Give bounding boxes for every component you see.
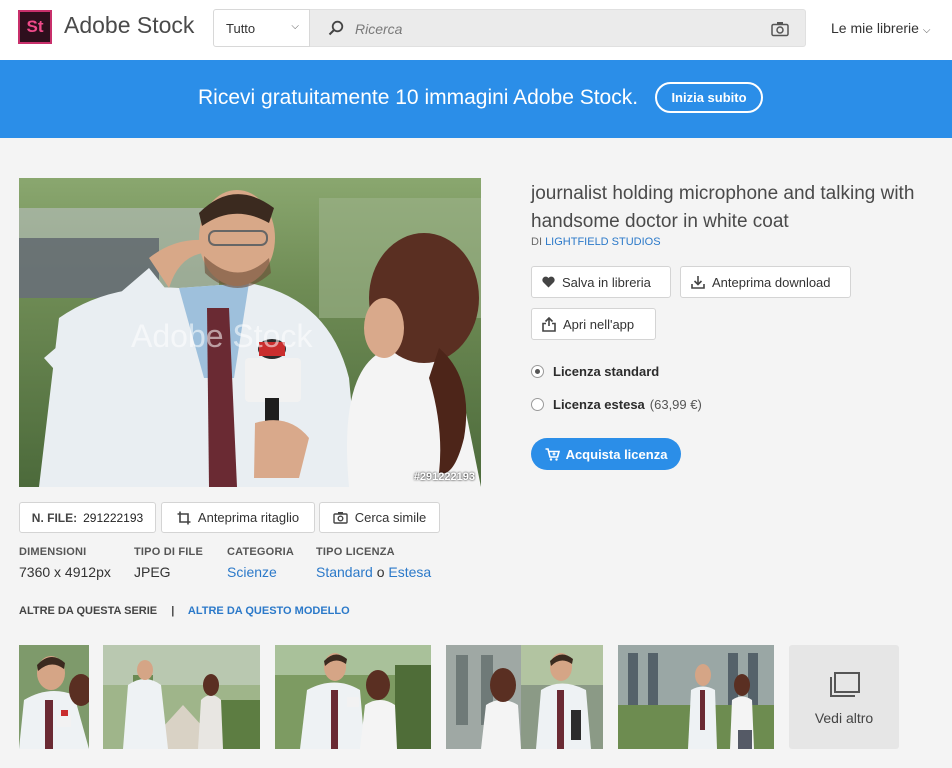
category-info: CATEGORIA Scienze (227, 546, 294, 580)
promo-banner: Ricevi gratuitamente 10 immagini Adobe S… (0, 60, 952, 138)
related-thumbnail[interactable] (103, 645, 260, 749)
download-icon (691, 276, 705, 289)
see-more-label: Vedi altro (814, 710, 874, 726)
author-byline: DI LIGHTFIELD STUDIOS (531, 236, 661, 248)
category-link[interactable]: Scienze (227, 564, 277, 580)
buy-license-label: Acquista licenza (565, 446, 668, 462)
file-number-box: N. FILE: 291222193 (19, 502, 156, 533)
save-to-library-button[interactable]: Salva in libreria (531, 266, 671, 298)
camera-icon[interactable] (771, 21, 789, 37)
tab-same-model[interactable]: ALTRE DA QUESTO MODELLO (188, 605, 350, 617)
related-thumbnail[interactable] (446, 645, 603, 749)
chevron-down-icon: ⌵ (291, 21, 299, 32)
license-extended-link[interactable]: Estesa (388, 564, 431, 580)
camera-icon (333, 512, 348, 524)
related-thumbnail[interactable] (19, 645, 89, 749)
dimensions-label: DIMENSIONI (19, 546, 87, 558)
asset-type-dropdown[interactable]: Tutto ⌵ (213, 9, 310, 47)
crop-preview-button[interactable]: Anteprima ritaglio (161, 502, 315, 533)
asset-type-value: Tutto (226, 21, 256, 36)
file-type-info: TIPO DI FILE JPEG (134, 546, 203, 580)
file-number-value: 291222193 (83, 510, 144, 525)
thumbnail-photo (275, 645, 431, 749)
by-prefix: DI (531, 236, 542, 248)
start-now-button[interactable]: Inizia subito (655, 82, 763, 113)
license-extended-price: (63,99 €) (649, 397, 702, 412)
file-id-tag: #291222193 (413, 471, 475, 483)
license-or-text: o (376, 564, 385, 580)
cart-icon (545, 447, 560, 461)
preview-image[interactable]: Adobe Stock #291222193 (19, 178, 481, 487)
thumbnail-photo (103, 645, 260, 749)
promo-text: Ricevi gratuitamente 10 immagini Adobe S… (198, 86, 639, 109)
open-in-app-button[interactable]: Apri nell'app (531, 308, 656, 340)
open-in-app-label: Apri nell'app (563, 316, 635, 332)
thumbnail-photo (19, 645, 89, 749)
my-libraries-menu[interactable]: Le mie librerie ⌵ (831, 20, 930, 36)
file-number-label: N. FILE: (31, 510, 78, 525)
save-to-library-label: Salva in libreria (562, 274, 651, 290)
related-thumbnail[interactable] (275, 645, 431, 749)
preview-download-button[interactable]: Anteprima download (680, 266, 851, 298)
tab-separator: | (171, 605, 175, 617)
search-bar[interactable]: Ricerca (310, 9, 806, 47)
preview-download-label: Anteprima download (712, 274, 831, 290)
search-input[interactable]: Ricerca (355, 21, 402, 37)
license-standard-radio[interactable]: Licenza standard (531, 364, 659, 379)
license-standard-link[interactable]: Standard (316, 564, 373, 580)
category-label: CATEGORIA (227, 546, 294, 558)
crop-icon (177, 511, 191, 524)
radio-unselected-icon (531, 398, 544, 411)
license-type-info: TIPO LICENZA Standard o Estesa (316, 546, 431, 580)
license-extended-radio[interactable]: Licenza estesa (63,99 €) (531, 397, 702, 412)
license-type-label: TIPO LICENZA (316, 546, 395, 558)
license-extended-label: Licenza estesa (553, 397, 645, 412)
radio-selected-icon (531, 365, 544, 378)
logo-text: St (26, 17, 44, 36)
asset-title: journalist holding microphone and talkin… (531, 183, 915, 232)
top-bar: St Adobe Stock Tutto ⌵ Ricerca Le mie li… (0, 0, 952, 60)
file-type-label: TIPO DI FILE (134, 546, 204, 558)
watermark-text: Adobe Stock (131, 318, 313, 354)
adobe-stock-logo[interactable]: St (18, 10, 52, 44)
dimensions-info: DIMENSIONI 7360 x 4912px (19, 546, 111, 580)
dimensions-value: 7360 x 4912px (19, 564, 111, 580)
thumbnail-photo (446, 645, 603, 749)
search-icon (328, 20, 344, 36)
brand-name[interactable]: Adobe Stock (64, 12, 194, 39)
author-link[interactable]: LIGHTFIELD STUDIOS (545, 236, 661, 248)
license-standard-label: Licenza standard (553, 364, 660, 379)
share-icon (542, 316, 556, 332)
related-tabs: ALTRE DA QUESTA SERIE | ALTRE DA QUESTO … (19, 605, 350, 617)
crop-preview-label: Anteprima ritaglio (197, 510, 300, 525)
related-thumbnail[interactable] (618, 645, 774, 749)
file-type-value: JPEG (134, 564, 171, 580)
tab-same-series[interactable]: ALTRE DA QUESTA SERIE (19, 605, 157, 617)
my-libraries-label: Le mie librerie (831, 20, 919, 36)
see-more-button[interactable]: Vedi altro (789, 645, 899, 749)
thumbnail-photo (618, 645, 774, 749)
buy-license-button[interactable]: Acquista licenza (531, 438, 681, 470)
find-similar-button[interactable]: Cerca simile (319, 502, 440, 533)
find-similar-label: Cerca simile (354, 510, 427, 525)
stack-icon (830, 672, 860, 697)
chevron-down-icon: ⌵ (922, 25, 931, 36)
heart-icon (542, 276, 555, 288)
